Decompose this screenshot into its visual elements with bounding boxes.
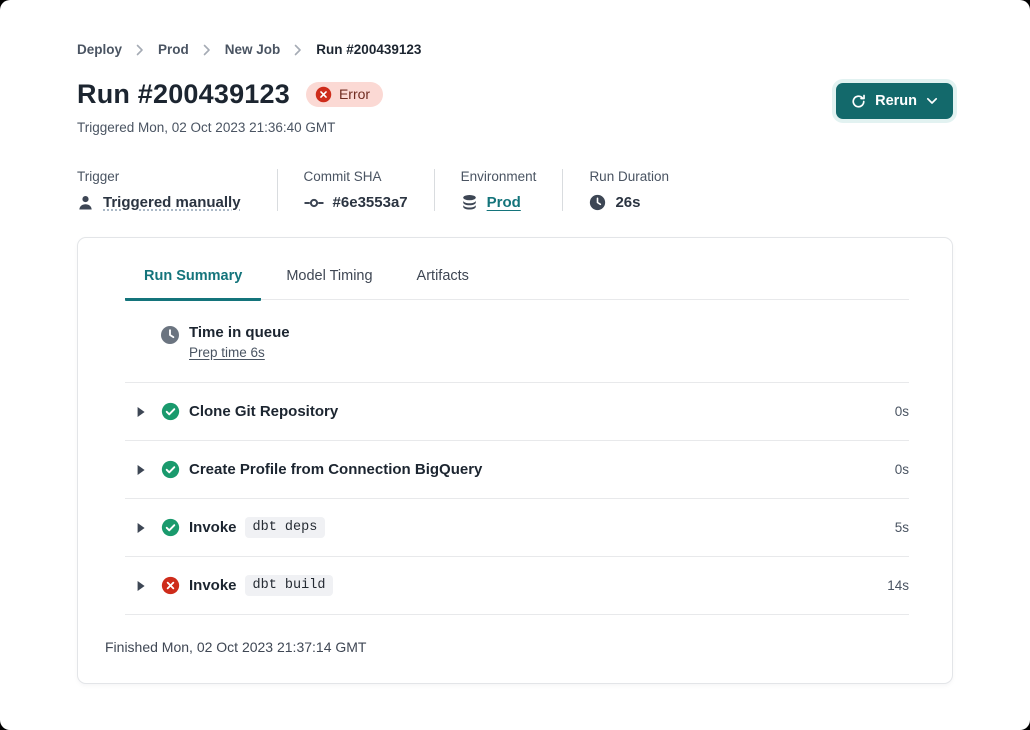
meta-environment: Environment Prod [434,169,563,211]
meta-environment-label: Environment [461,169,537,184]
time-in-queue-row: Time in queue Prep time 6s [125,300,909,383]
breadcrumb-deploy[interactable]: Deploy [77,42,122,57]
rerun-button-label: Rerun [875,93,917,109]
tab-artifacts[interactable]: Artifacts [398,268,488,301]
meta-commit-label: Commit SHA [304,169,408,184]
error-circle-icon [315,86,332,103]
triggered-timestamp: Triggered Mon, 02 Oct 2023 21:36:40 GMT [77,120,383,135]
step-row-clone-git-repository[interactable]: Clone Git Repository 0s [125,383,909,441]
expand-caret-icon[interactable] [136,464,146,476]
commit-sha-value: #6e3553a7 [333,194,408,211]
trigger-value[interactable]: Triggered manually [103,194,241,211]
step-row-create-profile[interactable]: Create Profile from Connection BigQuery … [125,441,909,499]
page-header: Run #200439123 Error Triggered Mon, 02 O… [77,77,953,135]
command-code-chip: dbt deps [245,517,326,538]
chevron-down-icon [926,97,938,105]
meta-run-duration: Run Duration 26s [562,169,695,211]
duration-value: 26s [615,194,640,211]
database-icon [461,194,478,211]
meta-commit-sha: Commit SHA #6e3553a7 [277,169,434,211]
step-label: Invoke [189,517,237,538]
prep-time-link[interactable]: Prep time 6s [189,345,265,360]
meta-trigger-label: Trigger [77,169,241,184]
app-page: Deploy Prod New Job Run #200439123 Run #… [0,0,1030,730]
chevron-right-icon [136,44,144,56]
run-summary-card: Run Summary Model Timing Artifacts Time … [77,237,953,684]
chevron-right-icon [294,44,302,56]
person-icon [77,194,94,211]
expand-caret-icon[interactable] [136,580,146,592]
step-label: Invoke [189,575,237,596]
expand-caret-icon[interactable] [136,406,146,418]
status-badge: Error [306,82,383,107]
meta-trigger: Trigger Triggered manually [77,169,277,211]
breadcrumb-current-run: Run #200439123 [316,42,421,57]
breadcrumb-new-job[interactable]: New Job [225,42,281,57]
finished-timestamp: Finished Mon, 02 Oct 2023 21:37:14 GMT [78,615,952,683]
success-check-icon [161,518,180,537]
error-circle-icon [161,576,180,595]
tab-bar: Run Summary Model Timing Artifacts [125,238,909,300]
command-code-chip: dbt build [245,575,334,596]
tab-run-summary[interactable]: Run Summary [125,268,261,301]
step-duration: 0s [895,462,909,477]
step-duration: 5s [895,520,909,535]
step-label: Clone Git Repository [189,401,338,422]
step-duration: 14s [887,578,909,593]
meta-duration-label: Run Duration [589,169,669,184]
step-label: Create Profile from Connection BigQuery [189,459,482,480]
page-title: Run #200439123 [77,77,290,111]
expand-caret-icon[interactable] [136,522,146,534]
chevron-right-icon [203,44,211,56]
clock-icon [589,194,606,211]
rerun-button[interactable]: Rerun [836,83,953,119]
breadcrumb-prod[interactable]: Prod [158,42,189,57]
refresh-icon [851,94,866,109]
step-duration: 0s [895,404,909,419]
step-row-invoke-dbt-build[interactable]: Invoke dbt build 14s [125,557,909,615]
success-check-icon [161,402,180,421]
success-check-icon [161,460,180,479]
queue-clock-icon [160,325,180,345]
breadcrumb: Deploy Prod New Job Run #200439123 [77,0,953,57]
tab-model-timing[interactable]: Model Timing [267,268,391,301]
git-commit-icon [304,197,324,209]
run-metadata: Trigger Triggered manually Commit SHA #6… [77,169,953,211]
environment-link[interactable]: Prod [487,194,521,211]
queue-title: Time in queue [189,322,290,343]
step-row-invoke-dbt-deps[interactable]: Invoke dbt deps 5s [125,499,909,557]
status-badge-label: Error [339,86,370,102]
